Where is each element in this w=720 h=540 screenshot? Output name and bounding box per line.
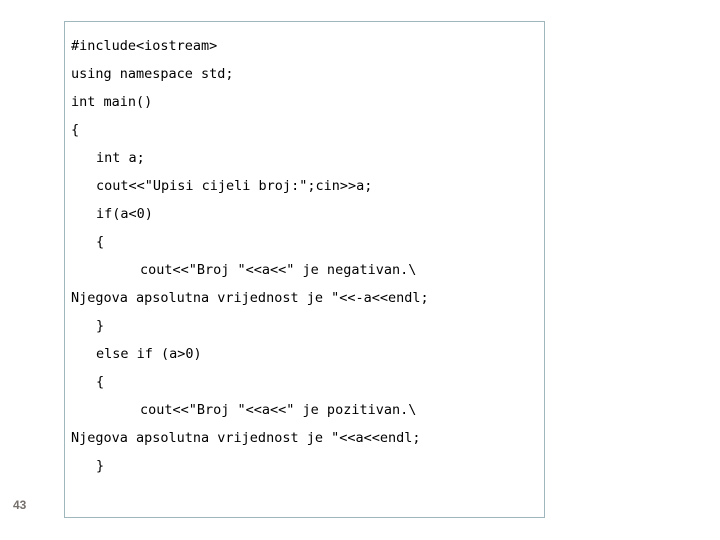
code-line: cout<<"Upisi cijeli broj:";cin>>a; xyxy=(96,178,373,194)
code-line: } xyxy=(96,318,105,334)
code-line: cout<<"Broj "<<a<<" je negativan.\ xyxy=(140,262,417,278)
code-line: { xyxy=(96,374,105,390)
code-line: #include<iostream> xyxy=(71,38,218,54)
code-line: int a; xyxy=(96,150,145,166)
code-line: else if (a>0) xyxy=(96,346,202,362)
code-line: if(a<0) xyxy=(96,206,153,222)
code-line: Njegova apsolutna vrijednost je "<<a<<en… xyxy=(71,430,421,446)
slide-number: 43 xyxy=(13,498,27,512)
code-line: cout<<"Broj "<<a<<" je pozitivan.\ xyxy=(140,402,417,418)
code-line: using namespace std; xyxy=(71,66,234,82)
code-line: } xyxy=(96,458,105,474)
presentation-slide: #include<iostream> using namespace std; in… xyxy=(0,0,720,540)
code-line: { xyxy=(96,234,105,250)
code-line: { xyxy=(71,122,80,138)
code-line: Njegova apsolutna vrijednost je "<<-a<<e… xyxy=(71,290,429,306)
code-line: int main() xyxy=(71,94,153,110)
code-listing-box: #include<iostream> using namespace std; in… xyxy=(64,21,545,518)
